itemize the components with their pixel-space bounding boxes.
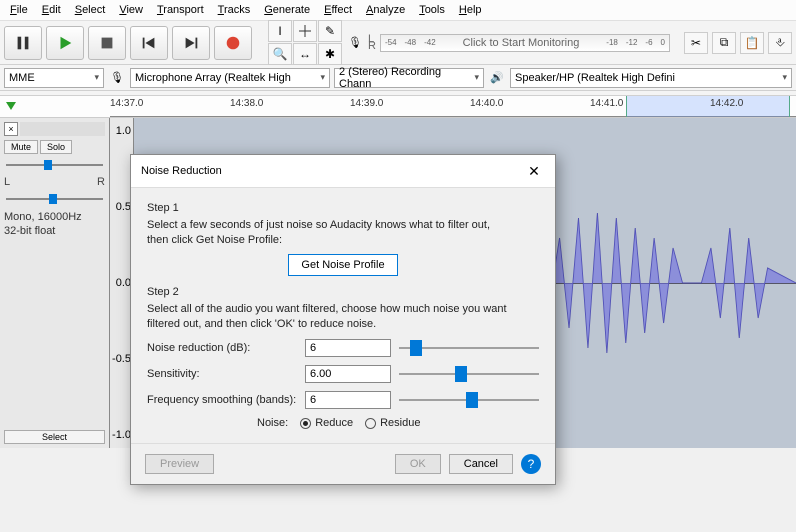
reduce-radio[interactable]: Reduce bbox=[300, 417, 353, 429]
get-noise-profile-button[interactable]: Get Noise Profile bbox=[288, 254, 397, 276]
step1-label: Step 1 bbox=[147, 202, 539, 214]
dialog-titlebar: Noise Reduction ✕ bbox=[131, 155, 555, 188]
step2-desc: Select all of the audio you want filtere… bbox=[147, 302, 539, 332]
step2-label: Step 2 bbox=[147, 286, 539, 298]
preview-button[interactable]: Preview bbox=[145, 454, 214, 474]
dialog-close-button[interactable]: ✕ bbox=[523, 161, 545, 181]
residue-radio[interactable]: Residue bbox=[365, 417, 420, 429]
nr-input[interactable] bbox=[305, 339, 391, 357]
modal-overlay: Noise Reduction ✕ Step 1 Select a few se… bbox=[0, 0, 796, 532]
freq-slider[interactable] bbox=[399, 391, 539, 409]
help-button[interactable]: ? bbox=[521, 454, 541, 474]
nr-slider[interactable] bbox=[399, 339, 539, 357]
dialog-title: Noise Reduction bbox=[141, 165, 222, 177]
nr-label: Noise reduction (dB): bbox=[147, 342, 297, 354]
radio-dot-icon bbox=[365, 418, 376, 429]
residue-radio-label: Residue bbox=[380, 417, 420, 429]
radio-dot-icon bbox=[300, 418, 311, 429]
sens-input[interactable] bbox=[305, 365, 391, 383]
step1-desc: Select a few seconds of just noise so Au… bbox=[147, 218, 539, 248]
sens-slider[interactable] bbox=[399, 365, 539, 383]
sens-label: Sensitivity: bbox=[147, 368, 297, 380]
ok-button[interactable]: OK bbox=[395, 454, 441, 474]
noise-reduction-dialog: Noise Reduction ✕ Step 1 Select a few se… bbox=[130, 154, 556, 485]
reduce-radio-label: Reduce bbox=[315, 417, 353, 429]
cancel-button[interactable]: Cancel bbox=[449, 454, 513, 474]
freq-input[interactable] bbox=[305, 391, 391, 409]
freq-label: Frequency smoothing (bands): bbox=[147, 394, 297, 406]
noise-label: Noise: bbox=[257, 417, 288, 429]
